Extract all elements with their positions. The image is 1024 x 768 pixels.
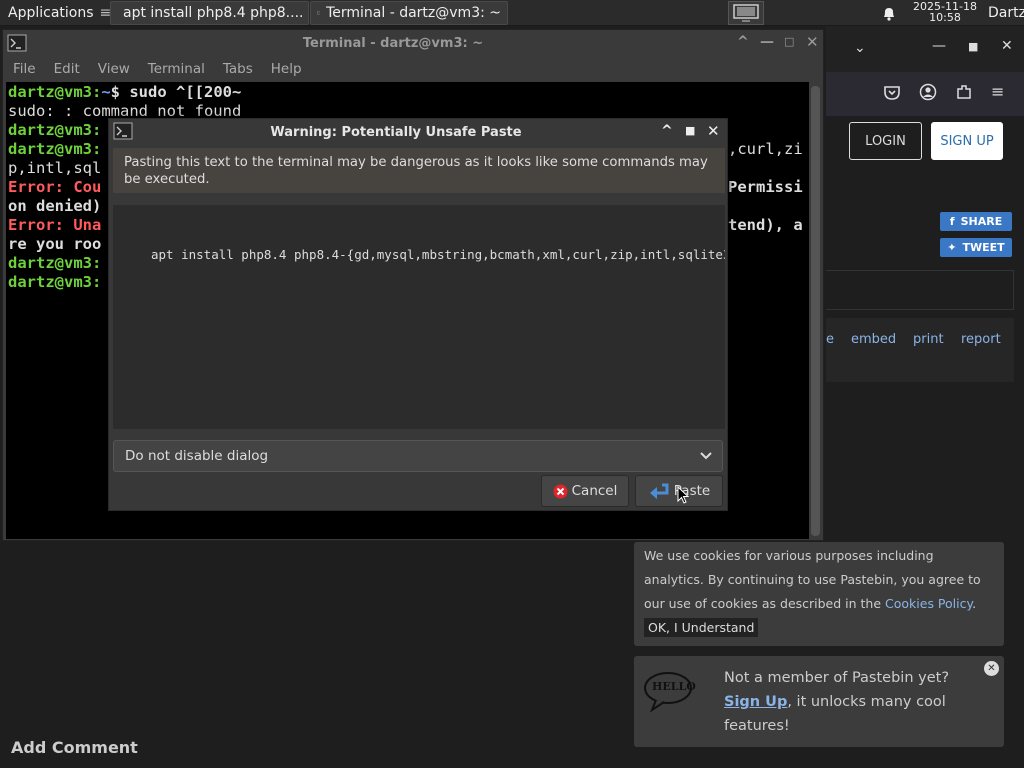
mouse-cursor-icon <box>677 486 689 504</box>
cancel-button[interactable]: Cancel <box>541 475 629 507</box>
close-icon[interactable]: ✕ <box>806 33 819 51</box>
login-label: LOGIN <box>865 133 906 149</box>
applications-label: Applications <box>8 5 94 21</box>
cookie-ok-button[interactable]: OK, I Understand <box>644 618 759 637</box>
paste-content-view[interactable]: apt install php8.4 php8.4-{gd,mysql,mbst… <box>113 205 725 429</box>
dialog-title: Warning: Potentially Unsafe Paste <box>270 125 522 140</box>
menu-edit[interactable]: Edit <box>54 61 80 77</box>
dropdown-value: Do not disable dialog <box>125 448 269 464</box>
tweet-label: TWEET <box>962 241 1005 254</box>
show-desktop-button[interactable] <box>728 1 764 25</box>
menu-help[interactable]: Help <box>271 61 302 77</box>
dialog-titlebar[interactable]: Warning: Potentially Unsafe Paste ^ ■ ✕ <box>109 119 727 145</box>
shade-icon[interactable]: ^ <box>661 123 673 139</box>
member-text: Not a member of Pastebin yet? Sign Up, i… <box>724 666 964 738</box>
facebook-share-button[interactable]: f SHARE <box>940 212 1012 231</box>
cancel-icon <box>553 484 568 498</box>
terminal-titlebar[interactable]: Terminal - dartz@vm3: ~ ^ — □ ✕ <box>3 30 823 57</box>
cookie-notice: We use cookies for various purposes incl… <box>634 542 1004 646</box>
terminal-menubar: File Edit View Terminal Tabs Help <box>3 57 823 81</box>
member-promo: HELLO Not a member of Pastebin yet? Sign… <box>634 656 1004 747</box>
task-browser[interactable]: apt install php8.4 php8.... <box>110 1 309 25</box>
terminal-line: dartz@vm3:~$ sudo ^[[200~ <box>8 83 242 101</box>
user-name: Dartz <box>988 5 1024 21</box>
maximize-icon[interactable]: ■ <box>968 40 978 53</box>
disable-dialog-dropdown[interactable]: Do not disable dialog <box>113 440 723 472</box>
action-link-print[interactable]: print <box>913 332 944 347</box>
maximize-icon[interactable]: □ <box>784 35 794 48</box>
applications-arrow-icon: ≡ <box>99 5 110 21</box>
member-text-1: Not a member of Pastebin yet? <box>724 670 950 686</box>
paste-text: apt install php8.4 php8.4-{gd,mysql,mbst… <box>151 247 725 262</box>
paste-info-box <box>826 270 1014 310</box>
extensions-icon[interactable] <box>955 83 973 101</box>
top-panel: Applications ≡ apt install php8.4 php8..… <box>0 0 1024 26</box>
clock-time: 10:58 <box>929 11 961 24</box>
user-menu[interactable]: Dartz <box>988 0 1024 26</box>
close-icon[interactable]: ✕ <box>707 122 720 140</box>
share-label: SHARE <box>960 215 1003 228</box>
hamburger-menu-icon[interactable]: ≡ <box>991 82 1004 101</box>
task-terminal[interactable]: Terminal - dartz@vm3: ~ <box>310 1 508 25</box>
close-icon[interactable]: ✕ <box>1001 38 1013 54</box>
terminal-scrollbar[interactable] <box>811 86 820 536</box>
shade-icon[interactable]: ^ <box>737 34 749 50</box>
clock[interactable]: 2025-11-18 10:58 <box>904 1 986 23</box>
close-promo-icon[interactable]: ✕ <box>984 661 999 676</box>
notifications-button[interactable] <box>880 4 898 22</box>
action-link-raw[interactable]: e <box>826 332 834 347</box>
chevron-down-icon <box>700 452 712 460</box>
paste-actions-bar: e embed print report <box>826 318 1014 382</box>
facebook-icon: f <box>949 215 955 228</box>
twitter-icon: ✦ <box>947 241 957 254</box>
terminal-title: Terminal - dartz@vm3: ~ <box>302 36 484 51</box>
minimize-icon[interactable]: — <box>932 38 946 54</box>
menu-view[interactable]: View <box>98 61 130 77</box>
bell-icon <box>884 7 894 21</box>
add-comment-heading: Add Comment <box>11 738 138 757</box>
dialog-warning-message: Pasting this text to the terminal may be… <box>113 148 725 193</box>
action-link-report[interactable]: report <box>961 332 1001 347</box>
task-browser-label: apt install php8.4 php8.... <box>123 5 304 21</box>
maximize-icon[interactable]: ■ <box>685 124 695 137</box>
cancel-label: Cancel <box>571 483 618 499</box>
member-signup-link[interactable]: Sign Up <box>724 694 787 710</box>
hello-label: HELLO <box>652 680 696 693</box>
account-icon[interactable] <box>919 83 937 101</box>
monitor-icon <box>733 4 759 22</box>
twitter-tweet-button[interactable]: ✦ TWEET <box>940 238 1012 257</box>
action-link-embed[interactable]: embed <box>851 332 896 347</box>
applications-menu[interactable]: Applications ≡ <box>2 0 110 26</box>
paste-icon <box>649 483 669 499</box>
cookies-policy-link[interactable]: Cookies Policy <box>885 596 972 611</box>
pocket-icon[interactable] <box>883 84 901 102</box>
unsafe-paste-dialog: Warning: Potentially Unsafe Paste ^ ■ ✕ … <box>108 118 728 511</box>
login-button[interactable]: LOGIN <box>849 122 922 160</box>
menu-file[interactable]: File <box>13 61 36 77</box>
signup-button[interactable]: SIGN UP <box>931 122 1003 160</box>
cookie-period: . <box>972 596 977 611</box>
menu-terminal[interactable]: Terminal <box>148 61 205 77</box>
signup-label: SIGN UP <box>940 133 994 149</box>
browser-toolbar: ≡ <box>826 72 1024 116</box>
task-terminal-label: Terminal - dartz@vm3: ~ <box>326 5 501 21</box>
terminal-icon <box>317 11 321 15</box>
minimize-icon[interactable]: — <box>760 34 774 50</box>
menu-tabs[interactable]: Tabs <box>223 61 253 77</box>
hello-speech-bubble-icon: HELLO <box>642 670 696 713</box>
chevron-down-icon[interactable]: ⌄ <box>854 40 866 56</box>
